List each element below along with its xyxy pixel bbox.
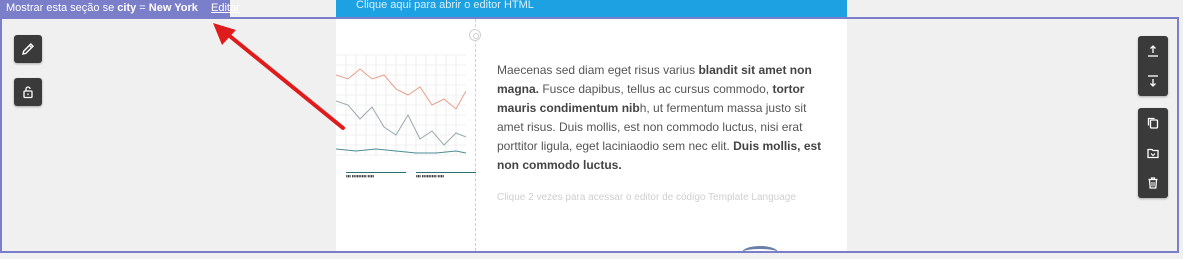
save-block-button[interactable] (1138, 138, 1168, 168)
unlock-icon (23, 86, 33, 99)
move-button-group (1138, 36, 1168, 96)
editor-canvas: Clique aqui para abrir o editor HTML Mos… (0, 0, 1183, 256)
duplicate-icon (1147, 117, 1159, 129)
chart-thumbnail (336, 54, 466, 156)
condition-field: city (117, 2, 137, 14)
move-down-button[interactable] (1138, 66, 1168, 96)
pencil-icon (22, 43, 34, 55)
move-down-icon (1148, 75, 1158, 87)
paragraph-text: Maecenas sed diam eget risus varius (497, 63, 699, 77)
html-editor-banner-text: Clique aqui para abrir o editor HTML (356, 0, 534, 11)
edit-condition-link[interactable]: Editar (211, 2, 240, 14)
paragraph-text: Fusce dapibus, tellus ac cursus commodo, (539, 82, 773, 96)
legend-item: ▮▮▮ ▮▮▮▮▮▮▮▮▮ ▮▮▮▮ (416, 172, 476, 178)
condition-operator: = (136, 2, 149, 14)
delete-button[interactable] (1138, 168, 1168, 198)
right-toolbar (1138, 36, 1168, 210)
unlock-section-button[interactable] (14, 78, 42, 106)
move-up-icon (1148, 45, 1158, 57)
duplicate-button[interactable] (1138, 108, 1168, 138)
column-resize-handle[interactable] (469, 29, 481, 41)
bottom-decoration (742, 246, 778, 259)
condition-prefix: Mostrar esta seção se (6, 2, 118, 14)
body-paragraph[interactable]: Maecenas sed diam eget risus varius blan… (497, 61, 827, 175)
content-block[interactable]: ▮▮▮ ▮▮▮▮▮▮▮▮▮ ▮▮▮▮ ▮▮▮ ▮▮▮▮▮▮▮▮▮ ▮▮▮▮ Ma… (336, 19, 847, 251)
chart-series-teal (336, 148, 466, 154)
template-language-hint[interactable]: Clique 2 vezes para acessar o editor de … (497, 192, 796, 203)
trash-icon (1148, 177, 1158, 189)
left-toolbar (14, 35, 42, 121)
legend-item: ▮▮▮ ▮▮▮▮▮▮▮▮▮ ▮▮▮▮ (346, 172, 406, 178)
chart-grid (336, 54, 466, 156)
section-condition-bar: Mostrar esta seção se city = New York Ed… (0, 0, 240, 17)
column-divider (475, 19, 476, 251)
chart-series-gray (336, 100, 466, 146)
edit-section-button[interactable] (14, 35, 42, 63)
move-up-button[interactable] (1138, 36, 1168, 66)
action-button-group (1138, 108, 1168, 198)
save-block-icon (1147, 148, 1159, 159)
condition-value: New York (148, 2, 198, 14)
